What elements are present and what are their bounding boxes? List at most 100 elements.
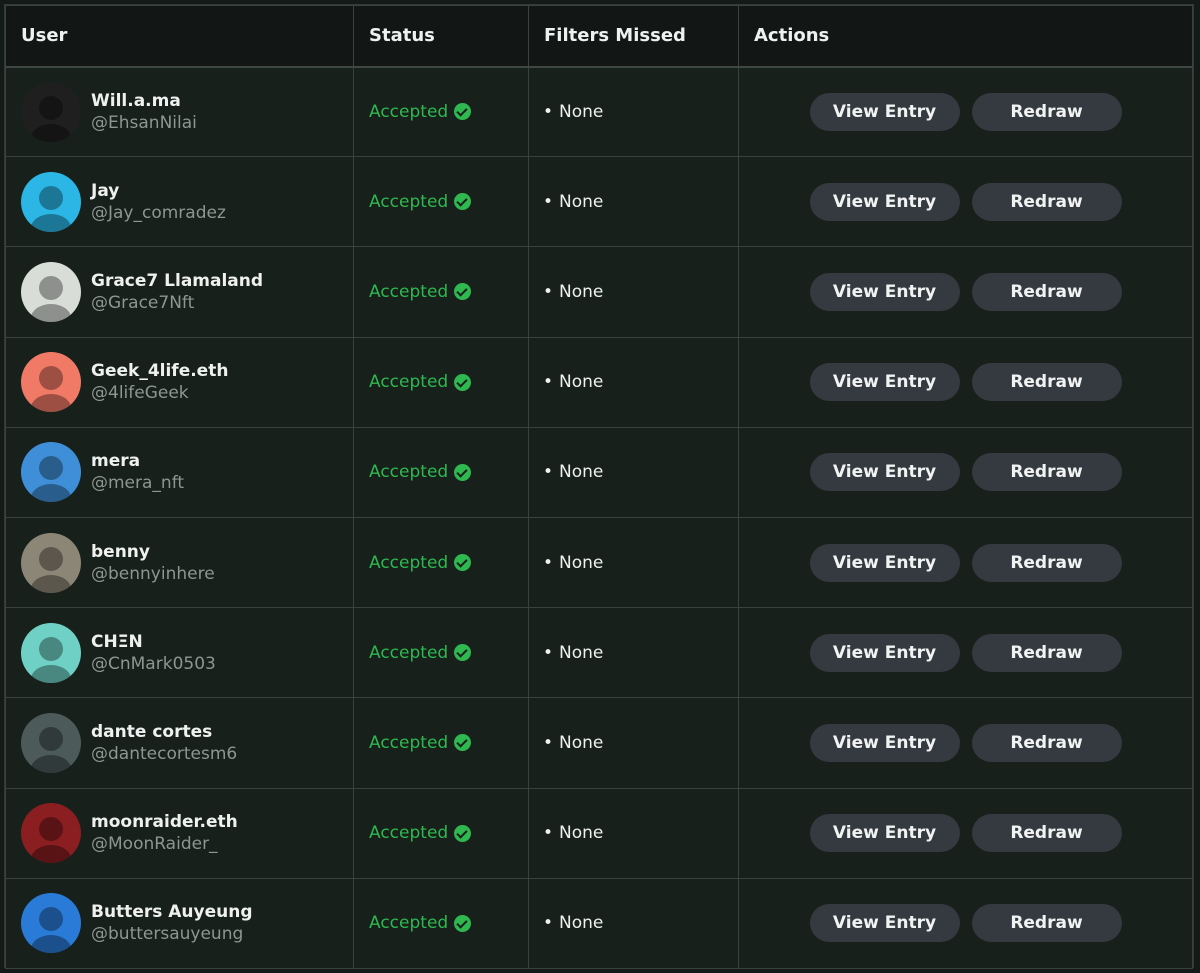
user-text: benny @bennyinhere bbox=[91, 541, 215, 585]
table-row: benny @bennyinhere Accepted • None View … bbox=[5, 516, 1193, 609]
redraw-button[interactable]: Redraw bbox=[971, 723, 1122, 762]
status-cell: Accepted bbox=[353, 156, 529, 248]
user-cell: mera @mera_nft bbox=[6, 428, 353, 517]
check-circle-icon bbox=[454, 554, 472, 572]
user-display-name: Geek_4life.eth bbox=[91, 361, 229, 382]
avatar-picture bbox=[31, 636, 71, 683]
table-header-row: User Status Filters Missed Actions bbox=[5, 5, 1193, 68]
redraw-button[interactable]: Redraw bbox=[971, 633, 1122, 672]
status-text: Accepted bbox=[369, 191, 449, 212]
user-cell: Jay @Jay_comradez bbox=[6, 157, 353, 246]
view-entry-button[interactable]: View Entry bbox=[809, 272, 960, 311]
user-cell-wrap: benny @bennyinhere bbox=[5, 516, 354, 609]
view-entry-button[interactable]: View Entry bbox=[809, 453, 960, 492]
filters-missed-value: None bbox=[559, 642, 604, 663]
view-entry-button[interactable]: View Entry bbox=[809, 543, 960, 582]
view-entry-button[interactable]: View Entry bbox=[809, 92, 960, 131]
user-text: moonraider.eth @MoonRaider_ bbox=[91, 811, 238, 855]
check-circle-icon bbox=[454, 914, 472, 932]
avatar-picture bbox=[31, 907, 71, 954]
avatar[interactable] bbox=[21, 532, 81, 593]
status-cell: Accepted bbox=[353, 246, 529, 338]
filters-missed: • None bbox=[529, 247, 738, 336]
avatar[interactable] bbox=[21, 171, 81, 232]
user-cell-wrap: moonraider.eth @MoonRaider_ bbox=[5, 787, 354, 879]
filters-missed-value: None bbox=[559, 191, 604, 212]
filters-missed-value: None bbox=[559, 732, 604, 753]
filters-missed: • None bbox=[529, 338, 738, 427]
redraw-button[interactable]: Redraw bbox=[971, 543, 1122, 582]
status-badge: Accepted bbox=[354, 518, 528, 607]
filters-missed: • None bbox=[529, 698, 738, 787]
user-handle[interactable]: @bennyinhere bbox=[91, 563, 215, 585]
avatar[interactable] bbox=[21, 712, 81, 773]
actions-cell: View Entry Redraw bbox=[738, 516, 1193, 609]
avatar[interactable] bbox=[21, 442, 81, 503]
avatar[interactable] bbox=[21, 803, 81, 864]
redraw-button[interactable]: Redraw bbox=[971, 92, 1122, 131]
view-entry-button[interactable]: View Entry bbox=[809, 814, 960, 853]
check-circle-icon bbox=[454, 373, 472, 391]
header-user: User bbox=[5, 5, 354, 68]
user-handle[interactable]: @dantecortesm6 bbox=[91, 743, 237, 765]
avatar[interactable] bbox=[21, 261, 81, 322]
user-handle[interactable]: @4lifeGeek bbox=[91, 382, 228, 404]
actions-cell: View Entry Redraw bbox=[738, 156, 1193, 248]
avatar-picture bbox=[31, 546, 71, 593]
filters-cell: • None bbox=[528, 516, 739, 609]
status-text: Accepted bbox=[369, 552, 449, 573]
bullet-icon: • bbox=[543, 191, 554, 212]
user-handle[interactable]: @mera_nft bbox=[91, 472, 184, 494]
avatar[interactable] bbox=[21, 352, 81, 413]
redraw-button[interactable]: Redraw bbox=[971, 904, 1122, 943]
avatar[interactable] bbox=[21, 81, 81, 142]
actions-cell: View Entry Redraw bbox=[738, 426, 1193, 518]
entries-table-container: User Status Filters Missed Actions Will.… bbox=[4, 4, 1194, 969]
user-handle[interactable]: @CnMark0503 bbox=[91, 653, 216, 675]
redraw-button[interactable]: Redraw bbox=[971, 363, 1122, 402]
redraw-button[interactable]: Redraw bbox=[971, 453, 1122, 492]
filters-missed: • None bbox=[529, 789, 738, 878]
user-handle[interactable]: @MoonRaider_ bbox=[91, 833, 238, 855]
user-handle[interactable]: @buttersauyeung bbox=[91, 923, 253, 945]
filters-cell: • None bbox=[528, 65, 739, 158]
view-entry-button[interactable]: View Entry bbox=[809, 904, 960, 943]
avatar-picture bbox=[31, 726, 71, 773]
status-text: Accepted bbox=[369, 823, 449, 844]
filters-missed: • None bbox=[529, 608, 738, 697]
redraw-button[interactable]: Redraw bbox=[971, 814, 1122, 853]
user-handle[interactable]: @EhsanNilai bbox=[91, 112, 197, 134]
avatar[interactable] bbox=[21, 622, 81, 683]
user-cell: CHΞN @CnMark0503 bbox=[6, 608, 353, 697]
status-badge: Accepted bbox=[354, 608, 528, 697]
filters-missed-value: None bbox=[559, 372, 604, 393]
row-actions: View Entry Redraw bbox=[739, 428, 1192, 517]
filters-missed-value: None bbox=[559, 552, 604, 573]
actions-cell: View Entry Redraw bbox=[738, 65, 1193, 158]
redraw-button[interactable]: Redraw bbox=[971, 182, 1122, 221]
user-display-name: Will.a.ma bbox=[91, 90, 181, 111]
redraw-button[interactable]: Redraw bbox=[971, 272, 1122, 311]
status-text: Accepted bbox=[369, 732, 449, 753]
table-body: Will.a.ma @EhsanNilai Accepted • None Vi… bbox=[5, 65, 1193, 969]
status-cell: Accepted bbox=[353, 697, 529, 789]
user-display-name: benny bbox=[91, 541, 150, 562]
user-cell: Geek_4life.eth @4lifeGeek bbox=[6, 338, 353, 427]
avatar[interactable] bbox=[21, 893, 81, 954]
view-entry-button[interactable]: View Entry bbox=[809, 633, 960, 672]
status-badge: Accepted bbox=[354, 789, 528, 878]
filters-cell: • None bbox=[528, 426, 739, 518]
status-cell: Accepted bbox=[353, 336, 529, 428]
status-badge: Accepted bbox=[354, 879, 528, 968]
user-cell: moonraider.eth @MoonRaider_ bbox=[6, 789, 353, 878]
user-handle[interactable]: @Grace7Nft bbox=[91, 292, 263, 314]
user-handle[interactable]: @Jay_comradez bbox=[91, 202, 226, 224]
status-text: Accepted bbox=[369, 642, 449, 663]
view-entry-button[interactable]: View Entry bbox=[809, 723, 960, 762]
view-entry-button[interactable]: View Entry bbox=[809, 182, 960, 221]
user-cell: Will.a.ma @EhsanNilai bbox=[6, 68, 353, 157]
row-actions: View Entry Redraw bbox=[739, 157, 1192, 246]
view-entry-button[interactable]: View Entry bbox=[809, 363, 960, 402]
user-cell-wrap: Jay @Jay_comradez bbox=[5, 156, 354, 248]
entries-table: User Status Filters Missed Actions Will.… bbox=[5, 5, 1193, 969]
